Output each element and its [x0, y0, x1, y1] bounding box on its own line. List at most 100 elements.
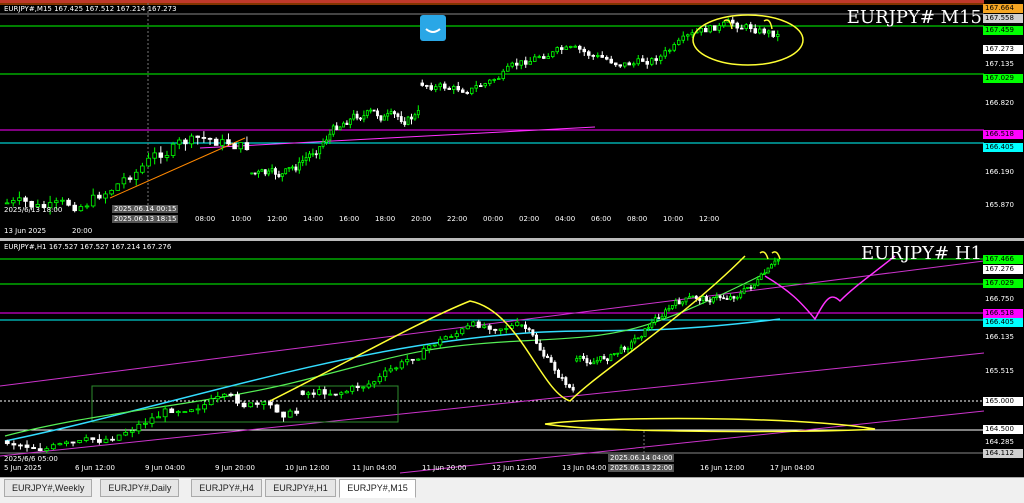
time-label: 12:00 — [267, 215, 288, 223]
candle — [280, 173, 284, 182]
price-label: 167.276 — [983, 265, 1023, 274]
time-label: 13 Jun 2025 — [4, 227, 47, 235]
candle — [715, 292, 719, 301]
candle — [369, 107, 373, 114]
candle — [740, 24, 744, 30]
candle — [4, 439, 10, 446]
candle — [355, 382, 360, 392]
candle — [447, 86, 451, 90]
candle — [705, 294, 708, 302]
candle — [542, 346, 546, 359]
candle — [681, 31, 686, 44]
time-label: 08:00 — [195, 215, 216, 223]
projection-path[interactable] — [764, 255, 896, 321]
price-label: 165.515 — [985, 367, 1014, 375]
candle — [413, 112, 417, 121]
chart-tab[interactable]: EURJPY#,Weekly — [4, 479, 93, 497]
chart-tab[interactable]: EURJPY#,H4 — [191, 479, 262, 497]
channel-line[interactable] — [0, 260, 985, 387]
candle — [350, 384, 355, 395]
time-label: 12:00 — [699, 215, 720, 223]
candle — [379, 115, 383, 123]
candle — [396, 112, 400, 121]
symbol-label: EURJPY# M15 — [846, 7, 982, 28]
time-label: 9 Jun 04:00 — [145, 464, 186, 472]
candle — [208, 394, 214, 406]
time-label: 11 Jun 04:00 — [352, 464, 397, 472]
candle — [636, 337, 640, 340]
candle — [465, 90, 469, 95]
hand-drawn-mark[interactable] — [759, 251, 781, 260]
candle — [129, 426, 135, 438]
candle — [606, 357, 609, 365]
candle — [474, 80, 478, 93]
candle — [372, 109, 376, 112]
candle — [515, 317, 520, 327]
channel-line[interactable] — [0, 352, 985, 457]
candle — [520, 324, 524, 328]
candle — [456, 81, 460, 93]
time-label: 18:00 — [375, 215, 396, 223]
chart-tab[interactable]: EURJPY#,M15 — [339, 479, 416, 498]
candle — [399, 111, 403, 124]
candle — [531, 329, 535, 337]
candle — [643, 327, 647, 338]
signal-icon[interactable] — [420, 15, 446, 41]
candle — [619, 344, 623, 354]
candle — [424, 84, 429, 89]
candle — [410, 358, 415, 365]
candle — [564, 376, 568, 388]
candle — [287, 408, 293, 418]
chart-tab[interactable]: EURJPY#,H1 — [265, 479, 336, 497]
candle — [342, 121, 345, 128]
candle — [449, 334, 454, 338]
candle — [573, 44, 578, 48]
candle — [66, 198, 71, 207]
time-label: 11 Jun 20:00 — [422, 464, 467, 472]
candle — [416, 105, 420, 119]
candle — [749, 284, 753, 291]
candle — [538, 339, 542, 351]
candlestick-chart-h1[interactable] — [0, 241, 1024, 477]
candle — [164, 150, 170, 162]
corner-date: 2025/6/13 18:00 — [4, 206, 63, 214]
candlestick-chart-m15[interactable] — [0, 3, 1024, 238]
chart-tab[interactable]: EURJPY#,Daily — [100, 479, 180, 497]
chart-pane-h1[interactable]: EURJPY#,H1 167.527 167.527 167.214 167.2… — [0, 241, 1024, 477]
candle — [37, 443, 43, 452]
candle — [465, 322, 470, 330]
candle — [77, 440, 83, 444]
candle — [668, 48, 672, 54]
candle — [261, 400, 267, 410]
candle — [31, 444, 36, 450]
candle — [623, 62, 627, 69]
candle — [317, 386, 322, 396]
candle — [433, 84, 438, 93]
candle — [660, 313, 664, 320]
candle — [510, 61, 514, 69]
candle — [267, 168, 271, 177]
chart-pane-m15[interactable]: EURJPY#,M15 167.425 167.512 167.214 167.… — [0, 3, 1024, 238]
candle — [616, 352, 620, 358]
candle — [588, 359, 592, 365]
candle — [201, 131, 207, 143]
trendline[interactable] — [109, 137, 246, 199]
candle — [632, 61, 636, 68]
time-label: 12 Jun 12:00 — [492, 464, 537, 472]
candle — [717, 22, 722, 34]
candle — [546, 53, 551, 59]
channel-line[interactable] — [399, 410, 985, 474]
candle — [560, 45, 564, 55]
candle — [659, 54, 663, 65]
price-label: 166.405 — [983, 318, 1023, 327]
candle — [677, 37, 681, 46]
candle — [169, 407, 175, 414]
candle — [311, 389, 316, 398]
candle — [681, 301, 685, 307]
candle — [382, 113, 386, 121]
hand-drawn-circle[interactable] — [692, 14, 804, 66]
candle — [121, 172, 127, 189]
candle — [287, 167, 291, 173]
price-label: 166.518 — [983, 130, 1023, 139]
candle — [654, 55, 659, 65]
